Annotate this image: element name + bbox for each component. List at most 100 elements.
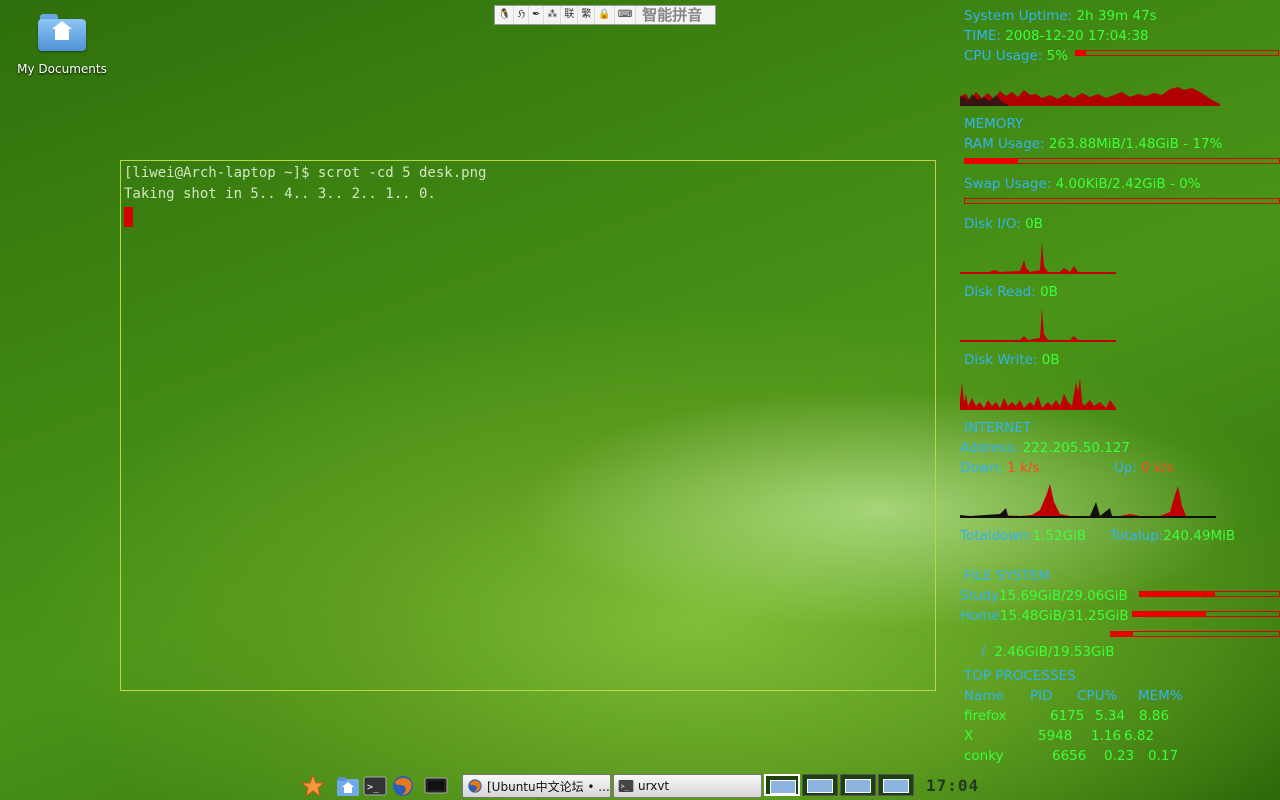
ram-value: 263.88MiB/1.48GiB - 17% <box>1048 136 1223 152</box>
cpu-bar-fill <box>1076 51 1087 55</box>
process-mem: 0.17 <box>1148 748 1179 764</box>
filesystem-row: Home15.48GiB/31.25GiB <box>960 608 1129 624</box>
lock-icon[interactable]: 🔒 <box>595 6 615 24</box>
home-folder-icon[interactable] <box>336 774 360 798</box>
diskio-row: Disk I/O: 0B <box>964 216 1043 232</box>
totaldown-row: Totaldown:1.52GiB <box>960 528 1086 544</box>
cpu-row: CPU Usage: 5% <box>964 48 1068 64</box>
diskwrite-value: 0B <box>1041 352 1060 368</box>
down-label: Down: <box>960 460 1003 476</box>
terminal-cursor <box>124 207 133 227</box>
ram-label: RAM Usage: <box>964 136 1045 152</box>
address-label: Address: <box>960 440 1019 456</box>
process-pid: 5948 <box>1038 728 1073 744</box>
filesystem-name: / <box>981 644 995 660</box>
conky-monitor: System Uptime: 2h 39m 47s TIME: 2008-12-… <box>958 0 1280 770</box>
cpu-value: 5% <box>1046 48 1069 64</box>
diskread-value: 0B <box>1040 284 1058 300</box>
ram-bar <box>964 158 1280 164</box>
filesystem-value: 2.46GiB/19.53GiB <box>994 644 1115 660</box>
process-pid: 6656 <box>1052 748 1087 764</box>
terminal-window[interactable]: [liwei@Arch-laptop ~]$ scrot -cd 5 desk.… <box>120 160 936 691</box>
down-value: 1 k/s <box>1007 460 1040 476</box>
diskread-graph <box>960 308 1116 342</box>
network-graph <box>960 484 1216 518</box>
totalup-label: Totalup: <box>1110 528 1164 544</box>
internet-header: INTERNET <box>964 420 1032 436</box>
process-col-name: Name <box>964 688 1004 704</box>
up-label: Up: <box>1114 460 1137 476</box>
task-firefox[interactable]: [Ubuntu中文论坛 • ... <box>462 774 611 798</box>
filesystem-name: Study <box>960 588 999 604</box>
uptime-row: System Uptime: 2h 39m 47s <box>964 8 1157 24</box>
down-row: Down: 1 k/s <box>960 460 1039 476</box>
process-pid: 6175 <box>1050 708 1085 724</box>
time-row: TIME: 2008-12-20 17:04:38 <box>964 28 1149 44</box>
pinyin-mode-icon[interactable]: ℌ <box>514 6 529 24</box>
filesystem-value: 15.48GiB/31.25GiB <box>999 608 1129 624</box>
time-value: 2008-12-20 17:04:38 <box>1005 28 1149 44</box>
diskio-label: Disk I/O: <box>964 216 1021 232</box>
svg-text:>_: >_ <box>367 782 380 793</box>
process-cpu: 0.23 <box>1104 748 1135 764</box>
terminal-icon: >_ <box>618 780 634 792</box>
punctuation-icon[interactable]: ⁂ <box>544 6 562 24</box>
filesystem-header: FILE SYSTEM <box>964 568 1050 584</box>
swap-row: Swap Usage: 4.00KiB/2.42GiB - 0% <box>964 176 1201 192</box>
filesystem-bar-fill <box>1140 592 1216 596</box>
process-mem: 6.82 <box>1124 728 1155 744</box>
terminal-line: [liwei@Arch-laptop ~]$ scrot -cd 5 desk.… <box>124 165 487 181</box>
monitor-icon[interactable] <box>424 774 448 798</box>
address-value: 222.205.50.127 <box>1022 440 1130 456</box>
workspace-2[interactable] <box>802 774 838 796</box>
workspace-pager[interactable] <box>764 774 916 800</box>
linux-penguin-icon[interactable]: 🐧 <box>495 6 515 24</box>
quill-icon[interactable]: ✒ <box>529 6 545 24</box>
up-row: Up: 0 k/s <box>1114 460 1174 476</box>
diskwrite-row: Disk Write: 0B <box>964 352 1060 368</box>
process-cpu: 5.34 <box>1095 708 1126 724</box>
swap-label: Swap Usage: <box>964 176 1052 192</box>
task-urxvt[interactable]: >_ urxvt <box>613 774 762 798</box>
star-menu-icon[interactable] <box>301 774 325 798</box>
filesystem-row: Study15.69GiB/29.06GiB <box>960 588 1128 604</box>
workspace-4[interactable] <box>878 774 914 796</box>
address-row: Address: 222.205.50.127 <box>960 440 1130 456</box>
filesystem-bar <box>1110 631 1280 637</box>
ime-fan-button[interactable]: 繁 <box>578 6 596 24</box>
workspace-1[interactable] <box>764 774 800 796</box>
process-mem: 8.86 <box>1139 708 1170 724</box>
processes-header: TOP PROCESSES <box>964 668 1076 684</box>
workspace-3[interactable] <box>840 774 876 796</box>
diskio-value: 0B <box>1025 216 1043 232</box>
process-name: X <box>964 728 974 744</box>
filesystem-name: Home <box>960 608 1000 624</box>
process-name: conky <box>964 748 1004 764</box>
diskwrite-label: Disk Write: <box>964 352 1038 368</box>
filesystem-bar <box>1139 591 1280 597</box>
input-method-bar[interactable]: 🐧 ℌ ✒ ⁂ 联 繁 🔒 ⌨ 智能拼音 <box>494 5 716 25</box>
diskread-label: Disk Read: <box>964 284 1036 300</box>
desktop-icon-my-documents[interactable]: My Documents <box>14 12 110 76</box>
desktop-icon-label: My Documents <box>17 62 107 76</box>
filesystem-bar-fill <box>1133 612 1206 616</box>
uptime-label: System Uptime: <box>964 8 1073 24</box>
task-label: [Ubuntu中文论坛 • ... <box>487 779 610 794</box>
ime-name: 智能拼音 <box>642 6 703 24</box>
memory-header: MEMORY <box>964 116 1024 132</box>
ime-lian-button[interactable]: 联 <box>561 6 579 24</box>
filesystem-bar-fill <box>1111 632 1133 636</box>
home-folder-icon <box>38 12 86 52</box>
time-label: TIME: <box>964 28 1001 44</box>
filesystem-bar <box>1132 611 1280 617</box>
ram-bar-fill <box>965 159 1019 163</box>
firefox-icon[interactable] <box>391 774 415 798</box>
terminal-icon[interactable]: >_ <box>363 774 387 798</box>
diskwrite-graph <box>960 378 1116 410</box>
process-col-mem: MEM% <box>1138 688 1183 704</box>
totalup-row: Totalup:240.49MiB <box>1110 528 1235 544</box>
cpu-label: CPU Usage: <box>964 48 1043 64</box>
taskbar-clock[interactable]: 17:04 <box>926 776 979 795</box>
cpu-bar <box>1075 50 1279 56</box>
keyboard-icon[interactable]: ⌨ <box>615 6 637 24</box>
